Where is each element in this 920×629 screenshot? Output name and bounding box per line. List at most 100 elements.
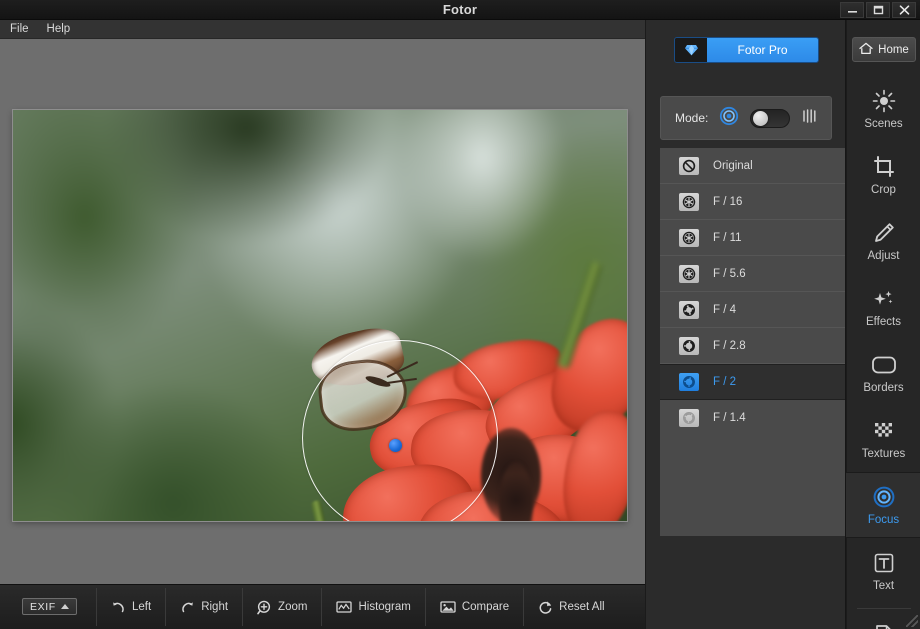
menu-item-file[interactable]: File xyxy=(10,20,29,39)
rail-item-focus[interactable]: Focus xyxy=(846,472,920,538)
pro-row: Fotor Pro xyxy=(646,29,846,69)
reset-all-button[interactable]: Reset All xyxy=(524,588,618,626)
new-document-icon xyxy=(874,623,894,629)
crop-icon xyxy=(872,154,896,180)
exif-label: EXIF xyxy=(30,600,56,613)
checkerboard-icon xyxy=(873,418,895,444)
aperture-row-f14[interactable]: F / 1.4 xyxy=(660,400,852,436)
aperture-icon xyxy=(679,373,699,391)
focus-target-icon xyxy=(872,484,896,510)
aperture-row-f28[interactable]: F / 2.8 xyxy=(660,328,852,364)
aperture-row-f11[interactable]: F / 11 xyxy=(660,220,852,256)
radial-focus-icon[interactable] xyxy=(719,106,739,131)
window-title: Fotor xyxy=(442,2,478,17)
no-effect-icon xyxy=(679,156,699,175)
mode-control: Mode: xyxy=(660,96,832,140)
zoom-in-icon xyxy=(257,600,272,615)
aperture-label: F / 4 xyxy=(713,303,737,316)
minimize-button[interactable] xyxy=(840,2,864,18)
compare-button[interactable]: Compare xyxy=(426,588,525,626)
menu-item-help[interactable]: Help xyxy=(47,20,71,39)
rail-item-crop[interactable]: Crop xyxy=(846,142,920,208)
aperture-row-f2[interactable]: F / 2 xyxy=(660,364,852,400)
rotate-right-label: Right xyxy=(201,601,229,613)
rounded-rect-icon xyxy=(871,352,897,378)
rotate-left-label: Left xyxy=(132,601,152,613)
image-canvas[interactable] xyxy=(13,110,627,521)
aperture-label: F / 2 xyxy=(713,376,737,388)
zoom-button[interactable]: Zoom xyxy=(243,588,323,626)
maximize-button[interactable] xyxy=(866,2,890,18)
aperture-row-original[interactable]: Original xyxy=(660,148,852,184)
aperture-label: F / 2.8 xyxy=(713,339,746,352)
text-t-icon xyxy=(873,550,895,576)
rail-item-text[interactable]: Text xyxy=(846,538,920,604)
rail-items: Scenes Crop Adjust Effects Borders Textu… xyxy=(846,76,920,629)
fotor-pro-button[interactable]: Fotor Pro xyxy=(674,37,819,63)
rail-item-effects[interactable]: Effects xyxy=(846,274,920,340)
compare-image-icon xyxy=(440,600,456,614)
zoom-label: Zoom xyxy=(278,601,308,613)
fotor-pro-label: Fotor Pro xyxy=(707,38,818,62)
histogram-icon xyxy=(336,600,353,614)
editor-area xyxy=(0,39,645,584)
aperture-icon xyxy=(679,264,699,283)
rail-item-label: Borders xyxy=(863,382,904,394)
rotate-left-icon xyxy=(111,600,126,614)
resize-grip[interactable] xyxy=(906,615,918,627)
aperture-icon xyxy=(679,336,699,355)
aperture-label: F / 11 xyxy=(713,231,742,244)
pencil-icon xyxy=(872,220,896,246)
menu-bar: File Help xyxy=(0,20,645,39)
tool-rail: Home Scenes Crop Adjust Effects Borders … xyxy=(845,20,920,629)
rail-separator xyxy=(856,608,911,609)
rotate-right-icon xyxy=(180,600,195,614)
linear-focus-icon[interactable] xyxy=(801,107,819,130)
compare-label: Compare xyxy=(461,601,510,613)
aperture-icon xyxy=(679,300,699,319)
photo-image xyxy=(13,110,627,521)
rail-item-label: Text xyxy=(872,580,895,592)
mode-toggle-switch[interactable] xyxy=(750,108,791,128)
focus-center-handle[interactable] xyxy=(389,439,402,452)
histogram-button[interactable]: Histogram xyxy=(322,588,426,626)
fotor-app-window: Fotor File Help EXIF Left Right Zoom His… xyxy=(0,0,920,629)
rail-item-scenes[interactable]: Scenes xyxy=(846,76,920,142)
focus-panel: Fotor Pro Mode: Original F / 16 F / 11 F… xyxy=(645,20,852,629)
aperture-label: F / 1.4 xyxy=(713,412,746,424)
mode-label: Mode: xyxy=(675,111,709,125)
rail-item-label: Textures xyxy=(861,448,906,460)
rotate-right-button[interactable]: Right xyxy=(166,588,244,626)
aperture-row-f4[interactable]: F / 4 xyxy=(660,292,852,328)
aperture-row-f56[interactable]: F / 5.6 xyxy=(660,256,852,292)
rail-item-label: Effects xyxy=(866,316,901,328)
home-button[interactable]: Home xyxy=(852,37,916,62)
reset-all-label: Reset All xyxy=(559,601,605,613)
rail-item-label: Focus xyxy=(867,514,900,526)
caret-up-icon xyxy=(60,604,69,609)
aperture-label: Original xyxy=(713,159,753,172)
rail-item-label: Crop xyxy=(871,184,896,196)
rail-item-textures[interactable]: Textures xyxy=(846,406,920,472)
rail-item-borders[interactable]: Borders xyxy=(846,340,920,406)
home-label: Home xyxy=(878,43,909,56)
toggle-knob xyxy=(753,111,769,126)
aperture-row-f16[interactable]: F / 16 xyxy=(660,184,852,220)
home-icon xyxy=(859,42,873,58)
title-bar: Fotor xyxy=(0,0,920,20)
focus-ring-handle[interactable] xyxy=(302,340,498,521)
diamond-icon xyxy=(675,38,707,62)
exif-button[interactable]: EXIF xyxy=(22,598,77,615)
reset-icon xyxy=(538,600,553,615)
rail-item-adjust[interactable]: Adjust xyxy=(846,208,920,274)
sparkles-icon xyxy=(872,286,896,312)
rail-item-label: Adjust xyxy=(867,250,900,262)
aperture-label: F / 5.6 xyxy=(713,267,746,280)
histogram-label: Histogram xyxy=(358,601,411,613)
aperture-icon xyxy=(679,228,699,247)
aperture-icon xyxy=(679,409,699,427)
image-tool-group: Left Right Zoom Histogram Compare Reset … xyxy=(96,588,619,626)
aperture-label: F / 16 xyxy=(713,195,743,208)
close-button[interactable] xyxy=(892,2,916,18)
rotate-left-button[interactable]: Left xyxy=(97,588,167,626)
